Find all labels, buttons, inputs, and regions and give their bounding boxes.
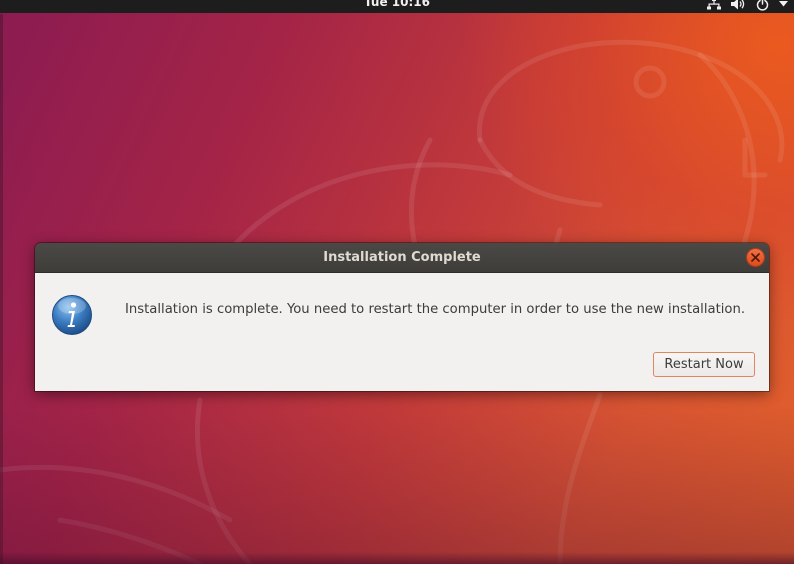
dialog-title: Installation Complete	[323, 250, 481, 265]
volume-icon[interactable]	[731, 0, 746, 10]
installation-complete-dialog: Installation Complete Installation is co…	[35, 243, 769, 391]
info-icon	[52, 295, 92, 335]
menu-arrow-icon[interactable]	[779, 1, 788, 7]
dialog-message: Installation is complete. You need to re…	[125, 302, 746, 317]
dialog-body: Installation is complete. You need to re…	[35, 273, 769, 391]
top-panel: Tue 10:16	[0, 0, 794, 13]
window-bottom-edge	[0, 552, 794, 564]
close-icon	[751, 253, 760, 262]
clock[interactable]: Tue 10:16	[0, 0, 794, 10]
dialog-titlebar[interactable]: Installation Complete	[35, 243, 769, 273]
system-tray[interactable]	[707, 0, 788, 11]
desktop: Tue 10:16 Installation Complete Installa…	[0, 0, 794, 564]
power-icon[interactable]	[756, 0, 769, 11]
window-edge	[0, 14, 3, 564]
network-icon[interactable]	[707, 0, 721, 10]
restart-now-button[interactable]: Restart Now	[653, 352, 755, 377]
close-button[interactable]	[747, 249, 764, 266]
